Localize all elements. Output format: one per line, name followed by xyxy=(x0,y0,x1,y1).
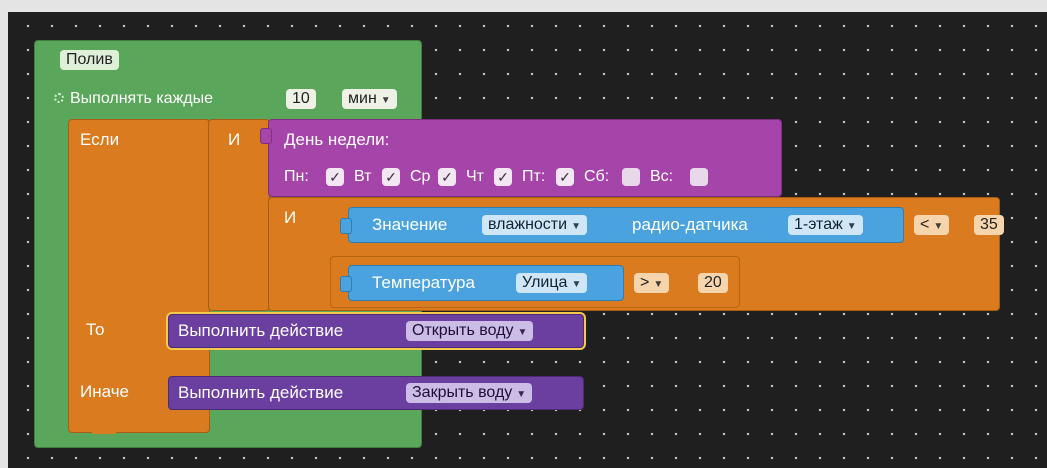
humidity-sensor-dropdown[interactable]: 1-этаж ▼ xyxy=(788,215,863,235)
repeat-icon xyxy=(54,93,64,103)
weekday-day-label-thu: Чт xyxy=(466,168,484,185)
chevron-down-icon: ▼ xyxy=(380,95,391,106)
humidity-operator-value: < xyxy=(920,216,930,233)
humidity-sensor-value: 1-этаж xyxy=(794,216,843,233)
chevron-down-icon: ▼ xyxy=(933,221,944,232)
chevron-down-icon: ▼ xyxy=(571,221,581,232)
weekday-day-label-fri: Пт: xyxy=(522,168,546,185)
humidity-threshold-field[interactable]: 35 xyxy=(974,215,1004,235)
temperature-label: Температура xyxy=(372,273,475,292)
chevron-down-icon: ▼ xyxy=(653,279,664,290)
weekday-day-label-sun: Вс: xyxy=(650,168,674,185)
else-label: Иначе xyxy=(80,382,129,401)
weekday-checkbox-sat[interactable] xyxy=(622,168,640,186)
if-block-bottom-notch xyxy=(92,428,116,434)
temperature-threshold-field[interactable]: 20 xyxy=(698,273,728,293)
weekday-day-label-mon: Пн: xyxy=(284,168,309,185)
event-name[interactable]: Полив xyxy=(60,50,119,70)
interval-unit-label: мин xyxy=(348,90,377,107)
weekday-checkbox-mon[interactable]: ✓ xyxy=(326,168,344,186)
then-label: То xyxy=(86,320,105,339)
temperature-operator-dropdown[interactable]: > ▼ xyxy=(634,273,670,293)
weekday-day-label-wed: Ср xyxy=(410,168,431,185)
chevron-down-icon: ▼ xyxy=(846,221,857,232)
humidity-operator-dropdown[interactable]: < ▼ xyxy=(914,215,950,235)
weekday-day-label-tue: Вт xyxy=(354,168,372,185)
humidity-param-value: влажности xyxy=(488,216,568,233)
weekday-checkbox-thu[interactable]: ✓ xyxy=(494,168,512,186)
then-action-value: Открыть воду xyxy=(412,322,514,339)
humidity-source-label: радио-датчика xyxy=(632,215,748,234)
and-label-outer: И xyxy=(228,130,241,149)
blocks-workspace[interactable]: Полив Выполнять каждые 10 мин ▼ Если И Де… xyxy=(8,12,1047,468)
temperature-location-dropdown[interactable]: Улица ▼ xyxy=(516,273,588,293)
humidity-connector xyxy=(340,218,352,234)
interval-unit-dropdown[interactable]: мин ▼ xyxy=(342,89,397,109)
else-action-label: Выполнить действие xyxy=(178,383,344,402)
humidity-label: Значение xyxy=(372,215,448,234)
chevron-down-icon: ▼ xyxy=(517,327,528,338)
and-label-inner: И xyxy=(284,208,297,227)
else-action-value: Закрыть воду xyxy=(412,384,513,401)
weekday-checkbox-sun[interactable] xyxy=(690,168,708,186)
weekday-checkbox-tue[interactable]: ✓ xyxy=(382,168,400,186)
interval-value-field[interactable]: 10 xyxy=(286,89,316,109)
weekday-day-label-sat: Сб: xyxy=(584,168,610,185)
weekday-connector xyxy=(260,128,272,144)
temperature-connector xyxy=(340,276,352,292)
temperature-location-value: Улица xyxy=(522,274,568,291)
weekday-checkbox-fri[interactable]: ✓ xyxy=(556,168,574,186)
humidity-param-dropdown[interactable]: влажности ▼ xyxy=(482,215,587,235)
then-action-dropdown[interactable]: Открыть воду ▼ xyxy=(406,321,534,341)
weekday-title: День недели: xyxy=(284,130,390,149)
chevron-down-icon: ▼ xyxy=(571,279,582,290)
chevron-down-icon: ▼ xyxy=(516,389,527,400)
else-action-dropdown[interactable]: Закрыть воду ▼ xyxy=(406,383,533,403)
then-action-label: Выполнить действие xyxy=(178,321,344,340)
temperature-operator-value: > xyxy=(640,274,650,291)
weekday-checkbox-wed[interactable]: ✓ xyxy=(438,168,456,186)
if-label: Если xyxy=(80,130,120,149)
repeat-label: Выполнять каждые xyxy=(70,90,214,107)
